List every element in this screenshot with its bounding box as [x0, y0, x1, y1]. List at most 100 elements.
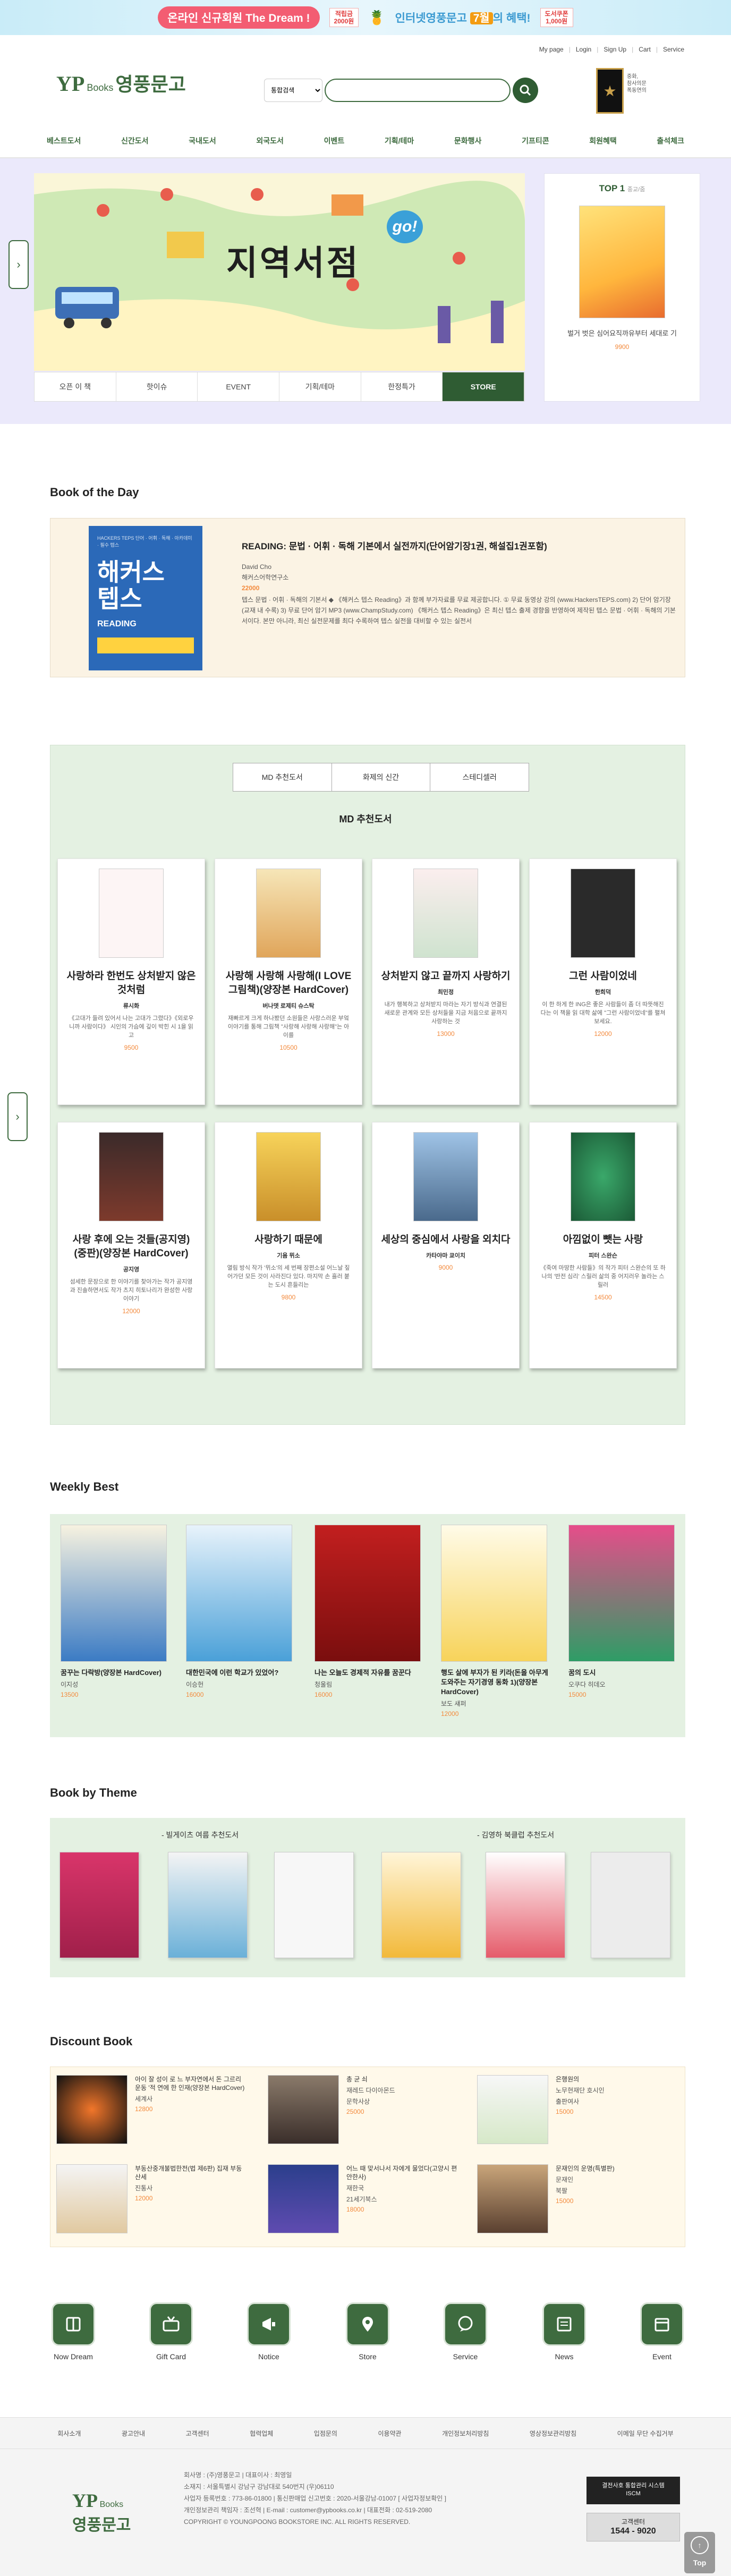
util-mypage[interactable]: My page	[539, 46, 564, 53]
scroll-top-button[interactable]: ↑ Top	[684, 2532, 715, 2573]
discount-item[interactable]: 아이 잘 성이 로 느 부자연에서 돈 그르리 운동 '적 연에 한 인재(양장…	[56, 2075, 253, 2144]
footer-link[interactable]: 영상정보관리방침	[530, 2429, 576, 2438]
nav-gifticon[interactable]: 기프티콘	[515, 135, 556, 146]
nav-event[interactable]: 이벤트	[318, 135, 351, 146]
top1-book-title[interactable]: 벌거 벗은 심어요직까유부터 세대로 기	[545, 328, 700, 338]
footer-customer-center[interactable]: 고객센터 1544 - 9020	[586, 2513, 680, 2541]
util-service[interactable]: Service	[663, 46, 684, 53]
nav-bestseller[interactable]: 베스트도서	[40, 135, 87, 146]
quick-now-dream[interactable]: Now Dream	[36, 2302, 110, 2361]
weekly-book[interactable]: 꿈의 도시 오쿠다 히데오 15000	[568, 1525, 680, 1698]
discount-item[interactable]: 부동산중개불법한전(법 제6판) 집재 부동산세 진통사 12000	[56, 2164, 253, 2233]
util-login[interactable]: Login	[576, 46, 591, 53]
hero-tab-5[interactable]: 한정특가	[361, 372, 443, 401]
site-logo[interactable]: YP Books 영풍문고	[56, 69, 186, 97]
book-cover	[568, 1525, 675, 1662]
md-book-card[interactable]: 사랑하라 한번도 상처받지 않은 것처럼 류시화 《고대가 들려 있어서 나는 …	[57, 858, 205, 1105]
footer-link[interactable]: 고객센터	[186, 2429, 209, 2438]
quick-store[interactable]: Store	[330, 2302, 405, 2361]
arrow-up-icon: ↑	[691, 2536, 709, 2554]
nav-attendance[interactable]: 출석체크	[650, 135, 691, 146]
md-title: MD 추천도서	[339, 814, 392, 824]
util-signup[interactable]: Sign Up	[604, 46, 626, 53]
md-book-card[interactable]: 사랑하기 때문에 기욤 뮈소 열림 방식 작가 '뮈소'의 세 번째 장편소설 …	[215, 1122, 362, 1368]
hero-tab-6[interactable]: STORE	[443, 372, 525, 401]
footer-link[interactable]: 이용약관	[378, 2429, 401, 2438]
quick-gift-card[interactable]: Gift Card	[134, 2302, 208, 2361]
nav-new-books[interactable]: 신간도서	[115, 135, 155, 146]
search-button[interactable]	[513, 78, 538, 103]
search-category-select[interactable]: 통합검색	[264, 79, 322, 102]
nav-culture[interactable]: 문화행사	[448, 135, 488, 146]
book-cover	[477, 2164, 548, 2233]
top1-panel[interactable]: TOP 1 종교/줌 벌거 벗은 심어요직까유부터 세대로 기 9900	[544, 173, 700, 402]
discount-item[interactable]: 어느 때 맞서나서 자에게 물었다(고양시 편 안한사) 재한국 21세기북스 180…	[268, 2164, 464, 2233]
nav-domestic[interactable]: 국내도서	[182, 135, 223, 146]
md-book-card[interactable]: 세상의 중심에서 사랑을 외치다 카타야마 쿄이치 9000	[372, 1122, 520, 1368]
botd-title[interactable]: READING: 문법 · 어휘 · 독해 기본에서 실전까지(단어암기장1권,…	[242, 539, 677, 552]
map-pin-icon	[346, 2302, 389, 2346]
md-book-card[interactable]: 사랑해 사랑해 사랑해(I LOVE 그림책)(양장본 HardCover) 버…	[215, 858, 362, 1105]
footer-link[interactable]: 회사소개	[57, 2429, 81, 2438]
top1-price: 9900	[615, 343, 630, 351]
top1-cover[interactable]	[579, 206, 665, 318]
hero-tab-4[interactable]: 기획/테마	[279, 372, 361, 401]
hero-go-badge: go!	[387, 210, 423, 243]
md-tab-recommend[interactable]: MD 추천도서	[233, 763, 332, 791]
util-cart[interactable]: Cart	[639, 46, 651, 53]
discount-item[interactable]: 은행원의 노무현재단 호시인 출판여사 15000	[477, 2075, 674, 2144]
hero-tab-1[interactable]: 오픈 이 책	[35, 372, 116, 401]
gift-icon: 🍍	[368, 9, 386, 25]
md-book-card[interactable]: 상처받지 않고 끝까지 사랑하기 최민정 내가 행복하고 상처받지 마라는 자기…	[372, 858, 520, 1105]
theme-book-cover[interactable]	[60, 1852, 139, 1958]
weekly-book[interactable]: 대한민국에 이런 학교가 있었어? 이승헌 16000	[186, 1525, 298, 1698]
footer-link[interactable]: 광고안내	[122, 2429, 145, 2438]
weekly-book[interactable]: 행도 살에 부자가 된 키라(돈을 아무게 도와주는 자기경영 동화 1)(양장…	[441, 1525, 552, 1718]
nav-theme[interactable]: 기획/테마	[378, 135, 420, 146]
theme-book-cover[interactable]	[274, 1852, 354, 1958]
hero-tab-3[interactable]: EVENT	[198, 372, 280, 401]
quick-service[interactable]: Service	[428, 2302, 503, 2361]
book-cover	[268, 2075, 339, 2144]
md-prev-button[interactable]: ›	[7, 1092, 28, 1141]
footer-link[interactable]: 개인정보처리방침	[442, 2429, 489, 2438]
hero-slide[interactable]: go! 지역서점	[34, 173, 525, 371]
theme-book-cover[interactable]	[486, 1852, 565, 1958]
footer-link[interactable]: 입점문의	[314, 2429, 337, 2438]
footer-link[interactable]: 이메일 무단 수집거부	[617, 2429, 674, 2438]
book-cover	[99, 1132, 164, 1221]
hero-prev-button[interactable]: ›	[8, 240, 29, 289]
md-tab-steady[interactable]: 스테디셀러	[430, 763, 529, 791]
discount-item[interactable]: 총 균 쇠 재레드 다이아몬드 문학사상 25000	[268, 2075, 464, 2144]
header-ad[interactable]: ★ 중화, 참사의문 폭동연의	[596, 68, 660, 114]
discount-item[interactable]: 문재인의 운명(특별판) 문재인 북팔 15000	[477, 2164, 674, 2233]
chat-icon	[444, 2302, 487, 2346]
theme-book-cover[interactable]	[168, 1852, 248, 1958]
footer-iscm-badge[interactable]: 결전사호 통합관리 시스템 ISCM	[586, 2477, 680, 2504]
md-book-card[interactable]: 그런 사람이었네 한희덕 이 한 하게 한 ING은 좋은 사람들이 좀 더 따…	[529, 858, 677, 1105]
nav-member-benefit[interactable]: 회원혜택	[583, 135, 623, 146]
theme-book-cover[interactable]	[591, 1852, 670, 1958]
weekly-book[interactable]: 나는 오늘도 경제적 자유를 꿈꾼다 청울림 16000	[314, 1525, 426, 1698]
footer-links: 회사소개 광고안내 고객센터 협력업체 입점문의 이용약관 개인정보처리방침 영…	[0, 2417, 731, 2449]
hero-tab-2[interactable]: 핫이슈	[116, 372, 198, 401]
book-cover	[256, 869, 321, 958]
weekly-book[interactable]: 꿈꾸는 다락방(양장본 HardCover) 이지성 13500	[61, 1525, 172, 1698]
botd-cover[interactable]: HACKERS TEPS 단어 · 어휘 · 독해 · 아카데미 · 필수 텝스…	[89, 526, 202, 670]
md-book-card[interactable]: 사랑 후에 오는 것들(공지영)(중판)(양장본 HardCover) 공지영 …	[57, 1122, 205, 1368]
quick-event[interactable]: Event	[625, 2302, 699, 2361]
footer-link[interactable]: 협력업체	[250, 2429, 273, 2438]
promo-banner[interactable]: 온라인 신규회원 The Dream ! 적립금 2000원 🍍 인터넷영풍문고…	[0, 0, 731, 35]
book-cover	[61, 1525, 167, 1662]
quick-news[interactable]: News	[527, 2302, 601, 2361]
discount-heading: Discount Book	[50, 2035, 133, 2048]
nav-foreign[interactable]: 외국도서	[250, 135, 290, 146]
search-input[interactable]	[325, 79, 511, 102]
md-tab-new[interactable]: 화제의 신간	[332, 763, 431, 791]
theme-book-cover[interactable]	[381, 1852, 461, 1958]
book-cover	[571, 869, 635, 958]
book-cover	[256, 1132, 321, 1221]
banner-coupon-book: 도서쿠폰 1,000원	[540, 8, 573, 27]
md-book-card[interactable]: 아낌없이 뺏는 사랑 피터 스완슨 《죽여 마땅한 사람들》의 작가 피터 스완…	[529, 1122, 677, 1368]
quick-notice[interactable]: Notice	[232, 2302, 306, 2361]
